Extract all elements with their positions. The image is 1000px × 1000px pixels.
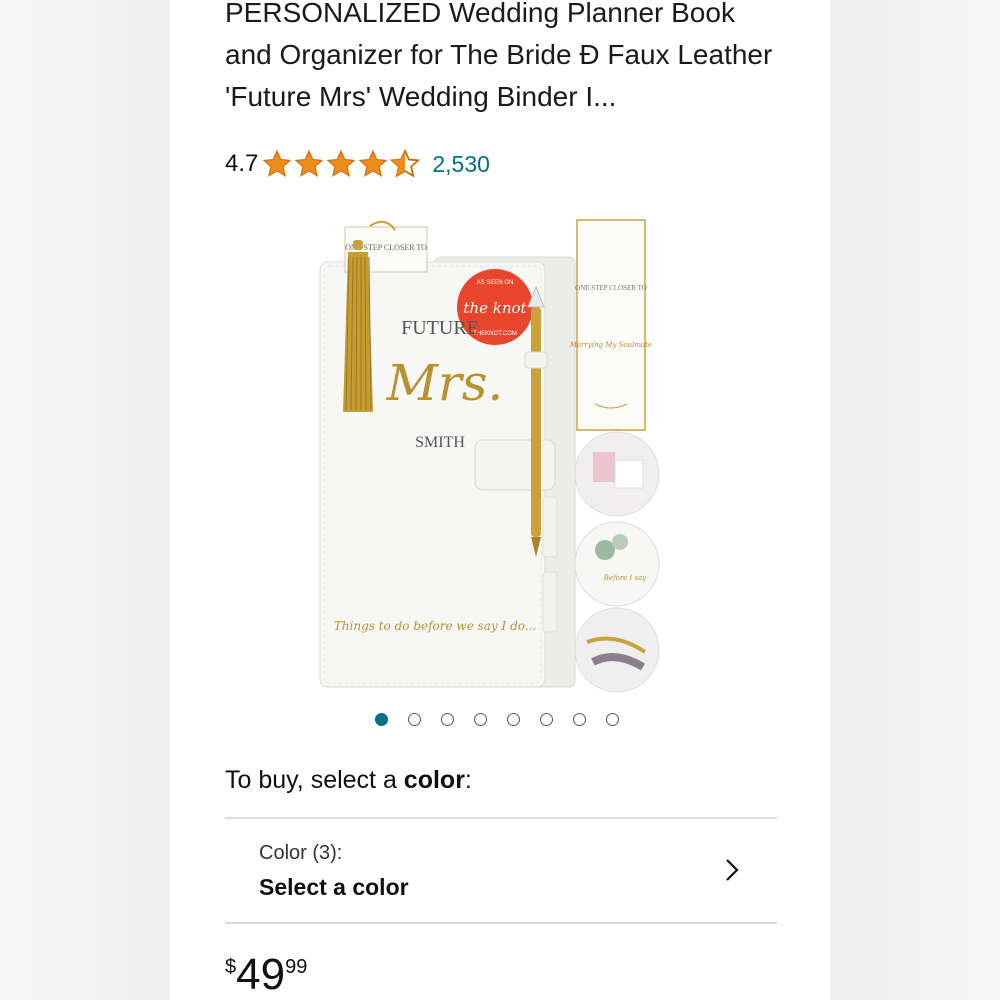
carousel-dot[interactable] (606, 713, 619, 726)
star-icon (327, 149, 356, 177)
color-label: Color (3): (259, 842, 343, 864)
review-count-link[interactable]: 2,530 (432, 151, 490, 178)
right-backdrop (830, 0, 1000, 1000)
star-icon (263, 149, 292, 177)
badge-bottom-text: THEKNOT.COM (473, 331, 517, 337)
star-icon (295, 149, 324, 177)
price: $4999 (225, 950, 307, 1000)
color-value: Select a color (259, 874, 409, 900)
carousel-dot[interactable] (441, 713, 454, 726)
carousel-dot[interactable] (507, 713, 520, 726)
product-page: PERSONALIZED Wedding Planner Book and Or… (170, 0, 830, 1000)
badge-top-text: AS SEEN ON (477, 280, 514, 286)
carousel-dot[interactable] (408, 713, 421, 726)
badge-brand-text: the knot (463, 299, 527, 317)
buy-prompt: To buy, select a color: (225, 766, 472, 795)
cover-name-text: SMITH (415, 434, 465, 451)
buy-prompt-bold: color (403, 766, 465, 794)
price-fraction: 99 (285, 956, 308, 978)
cover-future-text: FUTURE (401, 317, 479, 339)
price-symbol: $ (225, 956, 237, 978)
cover-tagline-text: Things to do before we say I do... (334, 619, 536, 633)
tab-label-text: Before I say (603, 574, 648, 582)
image-carousel-dots[interactable] (375, 713, 639, 726)
star-rating[interactable] (262, 149, 422, 179)
buy-prompt-prefix: To buy, select a (225, 766, 404, 794)
color-selector[interactable]: Color (3): Select a color (225, 820, 777, 922)
carousel-dot[interactable] (474, 713, 487, 726)
half-star-icon (390, 149, 421, 178)
cover-mrs-text: Mrs. (386, 354, 504, 412)
carousel-dot[interactable] (375, 713, 388, 726)
product-title[interactable]: PERSONALIZED Wedding Planner Book and Or… (225, 0, 785, 118)
divider (225, 817, 777, 819)
chevron-right-icon (726, 859, 739, 881)
buy-prompt-suffix: : (464, 766, 472, 794)
left-backdrop (0, 0, 170, 1000)
bookmark-script-text: Marrying My Soulmate (569, 341, 652, 349)
carousel-dot[interactable] (540, 713, 553, 726)
star-icon (359, 149, 388, 177)
divider (225, 922, 777, 924)
rating-row[interactable]: 4.7 2,530 (225, 146, 490, 182)
bookmark-top-text: ONE STEP CLOSER TO (575, 284, 647, 292)
carousel-dot[interactable] (573, 713, 586, 726)
rating-number: 4.7 (225, 150, 259, 177)
price-whole: 49 (236, 950, 286, 999)
product-image[interactable]: ONE STEP CLOSER TO AS SEEN ON the knot T… (315, 212, 695, 694)
